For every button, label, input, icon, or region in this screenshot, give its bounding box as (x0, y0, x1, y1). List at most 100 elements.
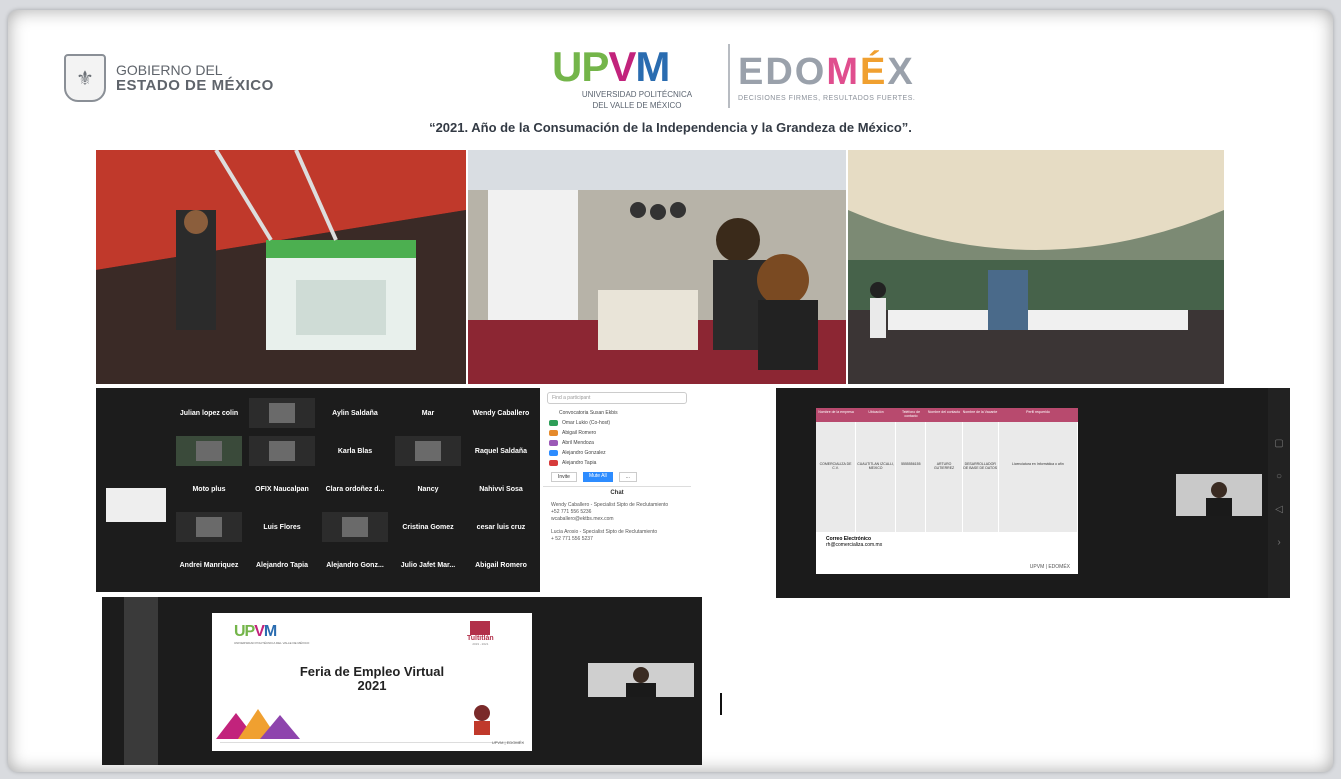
chat-message-line: Wendy Caballero - Specialist Sipto de Re… (551, 502, 669, 508)
participant-tile[interactable]: Andrei Manriquez (176, 550, 242, 580)
table-cell: 5555556155 (896, 422, 927, 532)
chat-title: Chat (543, 486, 691, 496)
shared-screen-thumbnail[interactable] (106, 488, 166, 522)
participant-list-name: Alejandro Gonzalez (562, 450, 606, 456)
upvm-subtitle-1: UNIVERSIDAD POLITÉCNICA (581, 90, 693, 99)
participant-tile[interactable] (176, 512, 242, 542)
state-seal-icon: ⚜ (64, 54, 106, 102)
participant-tile[interactable]: Cristina Gomez (395, 512, 461, 542)
participant-name: Alejandro Gonz... (326, 561, 384, 569)
participant-name: Alejandro Tapia (256, 561, 308, 569)
photo-booth-upvm (96, 150, 466, 384)
participant-tile[interactable]: Nancy (395, 474, 461, 504)
participant-list-item[interactable]: Abril Mendoza (543, 438, 691, 448)
participant-tile[interactable]: Wendy Caballero (468, 398, 534, 428)
participant-tile[interactable]: Luis Flores (249, 512, 315, 542)
participant-tile[interactable] (322, 512, 388, 542)
participant-tile[interactable]: Clara ordoñez d... (322, 474, 388, 504)
participant-list: Omar Lukio (Co-host) Abigail Romero Abril … (543, 418, 691, 468)
edomex-wordmark: EDOMÉX (738, 51, 915, 93)
host-label: Convocatoria Susan Ekbis (559, 410, 618, 416)
table-header-cell: Perfil requerido (1026, 410, 1050, 414)
participant-tile[interactable]: Abigail Romero (468, 550, 534, 580)
job-table-share: Nombre de la empresa Ubicación Teléfono de… (776, 388, 1290, 598)
home-nav-icon[interactable]: ○ (1268, 471, 1290, 482)
participant-tile[interactable]: Julian lopez colin (176, 398, 242, 428)
chat-message-line: wcaballero@ektbs.mex.com (551, 516, 614, 522)
email-value: rh@comercializa.com.mx (826, 542, 883, 548)
tultitlan-logo: Tultitlán (467, 635, 494, 642)
participant-tile[interactable]: Moto plus (176, 474, 242, 504)
text-cursor (720, 693, 722, 715)
slide-upvm-logo: UPVM (234, 623, 277, 640)
participant-tile[interactable]: Nahivvi Sosa (468, 474, 534, 504)
participant-list-item[interactable]: Abigail Romero (543, 428, 691, 438)
table-header-cell: Nombre del contacto (927, 410, 961, 414)
participant-tile[interactable]: Raquel Saldaña (468, 436, 534, 466)
back-nav-icon[interactable]: ◁ (1268, 504, 1290, 515)
participant-list-item[interactable]: Omar Lukio (Co-host) (543, 418, 691, 428)
participant-name: Karla Blas (337, 447, 373, 455)
next-nav-icon[interactable]: › (1268, 537, 1290, 548)
participant-tile[interactable] (249, 398, 315, 428)
participant-tile[interactable] (249, 436, 315, 466)
participant-video-icon (196, 441, 222, 461)
square-nav-icon[interactable]: ▢ (1268, 438, 1290, 449)
device-nav-bar: ▢ ○ ◁ › (1268, 388, 1290, 598)
participant-list-item[interactable]: Alejandro Tapia (543, 458, 691, 468)
participant-name: Nahivvi Sosa (479, 485, 523, 493)
more-button[interactable]: ... (618, 472, 637, 482)
table-row: COMERCIALIZA DE C.V. CUAUTITLAN IZCALLI, … (816, 422, 1078, 532)
table-cell: COMERCIALIZA DE C.V. (816, 422, 857, 532)
slide-footer-logos: UPVM | EDOMÉX (491, 740, 524, 745)
participant-name: cesar luis cruz (476, 523, 526, 531)
participant-name: Abigail Romero (475, 561, 527, 569)
tultitlan-emblem-icon (470, 621, 491, 635)
participant-name: Aylin Saldaña (332, 409, 378, 417)
participant-tile[interactable]: Mar (395, 398, 461, 428)
participant-tile[interactable]: Julio Jafet Mar... (395, 550, 461, 580)
participant-tile[interactable]: OFIX Naucalpan (249, 474, 315, 504)
avatar (549, 450, 558, 456)
participant-list-name: Abril Mendoza (562, 440, 594, 446)
zoom-gallery-view: Julian lopez colin Aylin Saldaña Mar Wendy … (96, 388, 540, 592)
table-cell: ARTURO GUTIERREZ (926, 422, 963, 532)
table-header-cell: Nombre de la empresa (818, 410, 854, 414)
participant-tile[interactable]: Karla Blas (322, 436, 388, 466)
participant-video-icon (269, 403, 295, 423)
table-header-cell: Ubicación (868, 410, 884, 414)
table-cell: DESARROLLADOR DE BASE DE DATOS (963, 422, 999, 532)
gov-line2: ESTADO DE MÉXICO (116, 77, 274, 94)
upvm-subtitle-2: DEL VALLE DE MÉXICO (592, 101, 682, 110)
slide: UPVM UNIVERSIDAD POLITÉCNICA DEL VALLE D… (212, 613, 532, 751)
mute-all-button[interactable]: Mute All (582, 472, 613, 482)
participant-name: Julio Jafet Mar... (400, 561, 456, 569)
presenter-video[interactable] (1176, 474, 1262, 516)
participant-tile[interactable]: cesar luis cruz (468, 512, 534, 542)
participant-search-input[interactable]: Find a participant (547, 392, 687, 404)
participant-tile[interactable] (395, 436, 461, 466)
chat-message-line: + 52 771 556 5237 (551, 536, 593, 542)
chat-message-line: +52 771 556 5236 (551, 509, 592, 515)
edomex-logo: EDOMÉX DECISIONES FIRMES, RESULTADOS FUE… (738, 52, 978, 102)
participant-video-icon (269, 441, 295, 461)
participant-name: Raquel Saldaña (474, 447, 528, 455)
photo-job-fair-crowd (468, 150, 846, 384)
participant-tile[interactable] (176, 436, 242, 466)
participant-name: OFIX Naucalpan (255, 485, 309, 493)
slide-title-line2: 2021 (357, 678, 387, 693)
participant-tile[interactable]: Alejandro Tapia (249, 550, 315, 580)
chat-message-line: Lucia Arosio - Specialist Sipto de Reclu… (551, 529, 658, 535)
presenter-video-2[interactable] (588, 663, 694, 697)
avatar (549, 440, 558, 446)
participant-tile[interactable]: Alejandro Gonz... (322, 550, 388, 580)
upvm-logo: UPVM UNIVERSIDAD POLITÉCNICA DEL VALLE D… (552, 46, 722, 118)
participant-list-name: Omar Lukio (Co-host) (562, 420, 611, 426)
participant-tile[interactable]: Aylin Saldaña (322, 398, 388, 428)
participant-name: Luis Flores (263, 523, 301, 531)
edomex-tagline: DECISIONES FIRMES, RESULTADOS FUERTES. (738, 95, 916, 102)
participant-name: Cristina Gomez (402, 523, 454, 531)
invite-button[interactable]: Invite (551, 472, 577, 482)
year-motto: “2021. Año de la Consumación de la Indep… (429, 120, 912, 135)
participant-list-item[interactable]: Alejandro Gonzalez (543, 448, 691, 458)
